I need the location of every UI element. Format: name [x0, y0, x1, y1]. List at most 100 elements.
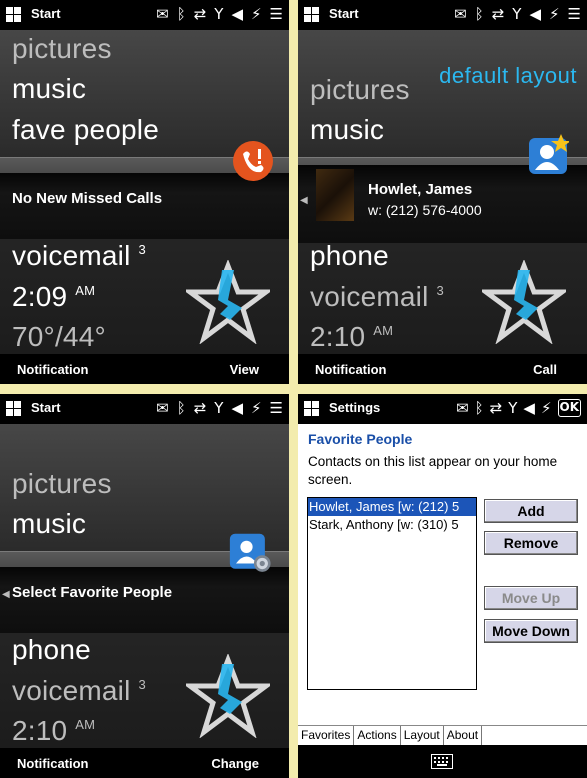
sync-icon: ⇄ [491, 5, 505, 23]
move-up-button[interactable]: Move Up [484, 586, 578, 610]
message-icon[interactable]: ✉ [156, 5, 169, 23]
star-logo-icon [186, 260, 270, 344]
soft-key-bar: Notification Call [298, 354, 587, 384]
signal-icon: Y [214, 399, 224, 417]
phone-label[interactable]: phone [310, 240, 389, 272]
soft-key-bar: Notification View [0, 354, 289, 384]
scroll-left-icon[interactable]: ◀ [2, 589, 10, 600]
view-softkey[interactable]: View [230, 362, 259, 377]
soft-key-bar [298, 745, 587, 778]
voicemail-label[interactable]: voicemail 3 [12, 675, 146, 707]
select-favorite-people-text: Select Favorite People [12, 584, 173, 601]
bluetooth-icon: ᛒ [176, 5, 186, 23]
tab-about[interactable]: About [443, 726, 483, 746]
home-screen-panel-2: Start ✉ ᛒ ⇄ Y ◀ ⚡ ☰ default layout pictu… [298, 0, 587, 384]
status-bar: Start ✉ ᛒ ⇄ Y ◀ ⚡ ☰ [0, 394, 289, 424]
power-icon: ⚡ [549, 5, 560, 23]
notification-softkey[interactable]: Notification [315, 362, 387, 377]
move-down-button[interactable]: Move Down [484, 619, 578, 643]
volume-icon[interactable]: ◀ [231, 399, 243, 417]
signal-icon: Y [508, 399, 518, 417]
contact-phone: w: (212) 576-4000 [368, 202, 482, 218]
volume-icon[interactable]: ◀ [231, 5, 243, 23]
list-item[interactable]: Howlet, James [w: (212) 5 [308, 498, 476, 516]
bluetooth-icon: ᛒ [474, 5, 484, 23]
ok-button-icon[interactable]: OK [557, 399, 581, 417]
contact-photo [316, 169, 354, 221]
home-content: pictures music ◀ Select Favorite People … [0, 424, 289, 748]
soft-key-bar: Notification Change [0, 748, 289, 778]
status-bar: Start ✉ ᛒ ⇄ Y ◀ ⚡ ☰ [0, 0, 289, 30]
power-icon: ⚡ [251, 399, 262, 417]
tab-favorites[interactable]: Favorites [298, 726, 355, 746]
home-content: pictures music fave people No New Missed… [0, 30, 289, 354]
change-softkey[interactable]: Change [211, 756, 259, 771]
home-screen-panel-3: Start ✉ ᛒ ⇄ Y ◀ ⚡ ☰ pictures music ◀ Sel… [0, 394, 289, 778]
contacts-star-icon [529, 134, 569, 174]
menu-item-music[interactable]: music [12, 508, 86, 540]
windows-start-icon[interactable] [6, 7, 22, 23]
signal-icon: Y [512, 5, 522, 23]
favorite-people-heading: Favorite People [308, 431, 413, 447]
menu-item-pictures[interactable]: pictures [12, 33, 112, 65]
home-content: default layout pictures music ◀ Howlet, … [298, 30, 587, 354]
add-button[interactable]: Add [484, 499, 578, 523]
menu-item-pictures[interactable]: pictures [310, 74, 410, 106]
sync-icon: ⇄ [193, 399, 207, 417]
missed-calls-text: No New Missed Calls [12, 190, 163, 207]
favorite-people-description: Contacts on this list appear on your hom… [308, 454, 558, 487]
power-icon: ⚡ [251, 5, 262, 23]
status-bar: Settings ✉ ᛒ ⇄ Y ◀ ⚡ OK [298, 394, 587, 424]
weather-temp: 70°/44° [12, 321, 106, 352]
start-title[interactable]: Start [31, 6, 61, 21]
favorites-listbox[interactable]: Howlet, James [w: (212) 5 Stark, Anthony… [307, 497, 477, 690]
favorite-contact-band[interactable]: ◀ Howlet, James w: (212) 576-4000 [298, 165, 587, 243]
volume-icon[interactable]: ◀ [523, 399, 535, 417]
start-title[interactable]: Start [31, 400, 61, 415]
scroll-left-icon[interactable]: ◀ [300, 195, 308, 206]
contact-name: Howlet, James [368, 181, 473, 198]
notification-softkey[interactable]: Notification [17, 362, 89, 377]
tab-layout[interactable]: Layout [400, 726, 444, 746]
settings-panel: Settings ✉ ᛒ ⇄ Y ◀ ⚡ OK Favorite People … [298, 394, 587, 778]
windows-start-icon[interactable] [304, 7, 320, 23]
phone-label[interactable]: phone [12, 634, 91, 666]
menu-icon: ☰ [269, 5, 283, 23]
clock: 2:09 AM [12, 281, 96, 312]
missed-calls-band[interactable]: No New Missed Calls [0, 173, 289, 239]
list-item[interactable]: Stark, Anthony [w: (310) 5 [308, 516, 476, 534]
layout-label: default layout [439, 63, 577, 88]
notification-softkey[interactable]: Notification [17, 756, 89, 771]
home-screen-panel-1: Start ✉ ᛒ ⇄ Y ◀ ⚡ ☰ pictures music fave … [0, 0, 289, 384]
menu-icon: ☰ [567, 5, 581, 23]
message-icon[interactable]: ✉ [456, 399, 469, 417]
call-softkey[interactable]: Call [533, 362, 557, 377]
voicemail-label[interactable]: voicemail 3 [310, 281, 444, 313]
tab-actions[interactable]: Actions [354, 726, 401, 746]
select-favorites-band[interactable]: ◀ Select Favorite People [0, 567, 289, 633]
volume-icon[interactable]: ◀ [529, 5, 541, 23]
windows-start-icon[interactable] [6, 401, 22, 417]
power-icon: ⚡ [540, 399, 552, 417]
menu-item-music[interactable]: music [310, 114, 384, 146]
clock: 2:10 AM [310, 321, 394, 352]
bluetooth-icon: ᛒ [474, 399, 484, 417]
star-logo-icon [482, 260, 566, 344]
status-bar: Start ✉ ᛒ ⇄ Y ◀ ⚡ ☰ [298, 0, 587, 30]
voicemail-label[interactable]: voicemail 3 [12, 240, 146, 272]
message-icon[interactable]: ✉ [454, 5, 467, 23]
start-title[interactable]: Start [329, 6, 359, 21]
keyboard-icon[interactable] [431, 754, 453, 769]
menu-item-pictures[interactable]: pictures [12, 468, 112, 500]
contact-settings-icon [229, 533, 271, 572]
menu-item-fave-people[interactable]: fave people [12, 114, 159, 146]
message-icon[interactable]: ✉ [156, 399, 169, 417]
settings-tabs: Favorites Actions Layout About [298, 725, 587, 746]
missed-call-phone-icon [233, 141, 273, 181]
menu-item-music[interactable]: music [12, 73, 86, 105]
remove-button[interactable]: Remove [484, 531, 578, 555]
windows-start-icon[interactable] [304, 401, 320, 417]
star-logo-icon [186, 654, 270, 738]
signal-icon: Y [214, 5, 224, 23]
clock: 2:10 AM [12, 715, 96, 746]
